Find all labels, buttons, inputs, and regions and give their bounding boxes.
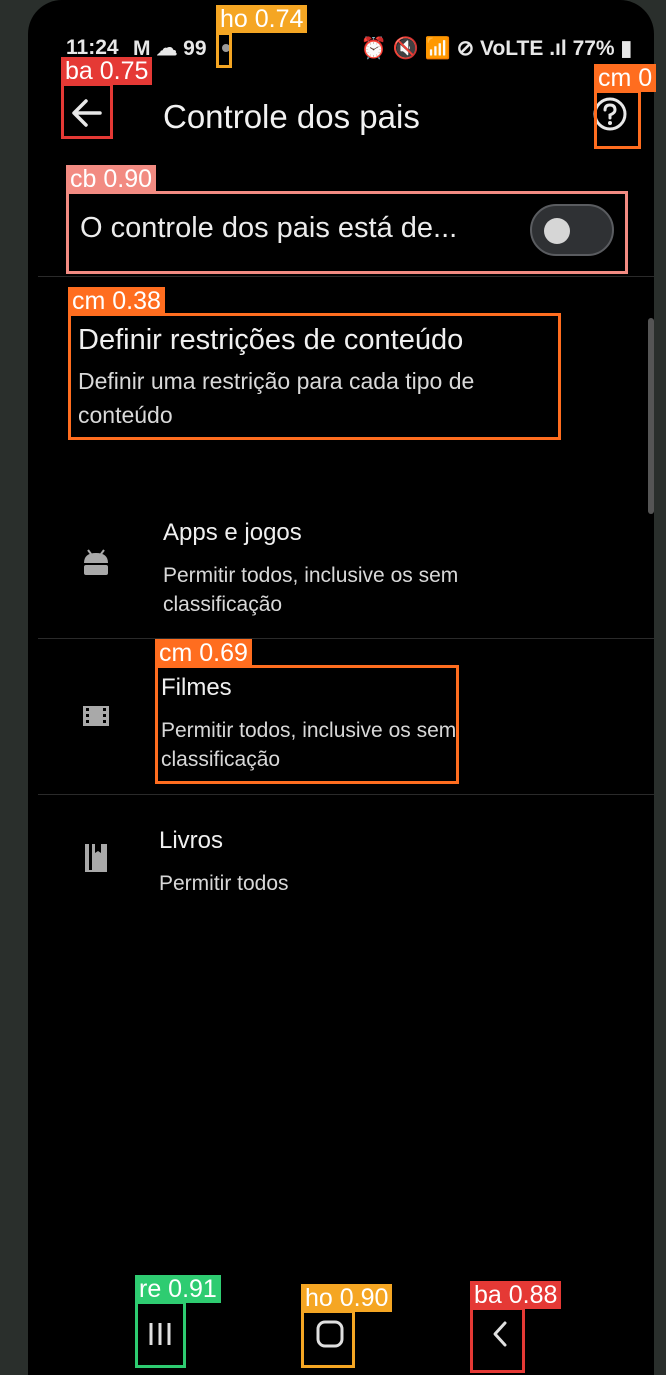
battery-level: 77% (572, 37, 615, 60)
detection-label: cm 0.69 (155, 639, 252, 667)
list-item-title: Apps e jogos (163, 519, 302, 546)
detection-box (470, 1307, 525, 1373)
detection-label: ba 0.75 (61, 57, 153, 85)
android-icon (84, 549, 108, 575)
list-item-subtitle-line: Permitir todos (159, 872, 289, 895)
detection-label: ba 0.88 (470, 1281, 562, 1309)
status-icons: ⏰ 🔇 📶 ⊘ VoLTE .ıl (360, 37, 567, 60)
detection-box (216, 32, 232, 68)
list-item-subtitle: Permitir todos, inclusive os sem classif… (163, 561, 583, 619)
detection-box (594, 90, 641, 149)
app-bar: Controle dos pais (28, 84, 654, 150)
page-title: Controle dos pais (163, 98, 420, 135)
detection-box (68, 313, 561, 440)
detection-box (135, 1301, 186, 1368)
film-icon (83, 706, 109, 726)
divider (38, 794, 654, 795)
detection-box (66, 191, 628, 274)
battery-icon: ▮ (620, 37, 632, 60)
detection-label: re 0.91 (135, 1275, 221, 1303)
detection-label: cm 0 (594, 64, 657, 92)
divider (38, 638, 654, 639)
list-item-subtitle: Permitir todos (159, 869, 579, 898)
detection-label: cm 0.38 (68, 287, 165, 315)
detection-box (155, 665, 459, 784)
list-item-subtitle-line: Permitir todos, inclusive os sem (163, 564, 459, 587)
detection-label: ho 0.74 (216, 5, 308, 33)
detection-box (301, 1310, 355, 1368)
status-right-indicators: ⏰ 🔇 📶 ⊘ VoLTE .ıl 77% ▮ (361, 36, 632, 61)
list-item-subtitle-line: classificação (163, 593, 283, 616)
list-item-apps-games[interactable]: Apps e jogos Permitir todos, inclusive o… (28, 505, 654, 635)
book-icon (85, 844, 107, 872)
detection-box (61, 83, 113, 139)
detection-label: cb 0.90 (66, 165, 157, 193)
divider (38, 276, 654, 277)
list-item-books[interactable]: Livros Permitir todos (28, 815, 654, 915)
detection-label: ho 0.90 (301, 1284, 393, 1312)
list-item-title: Livros (159, 827, 224, 854)
scrollbar[interactable] (648, 318, 654, 514)
